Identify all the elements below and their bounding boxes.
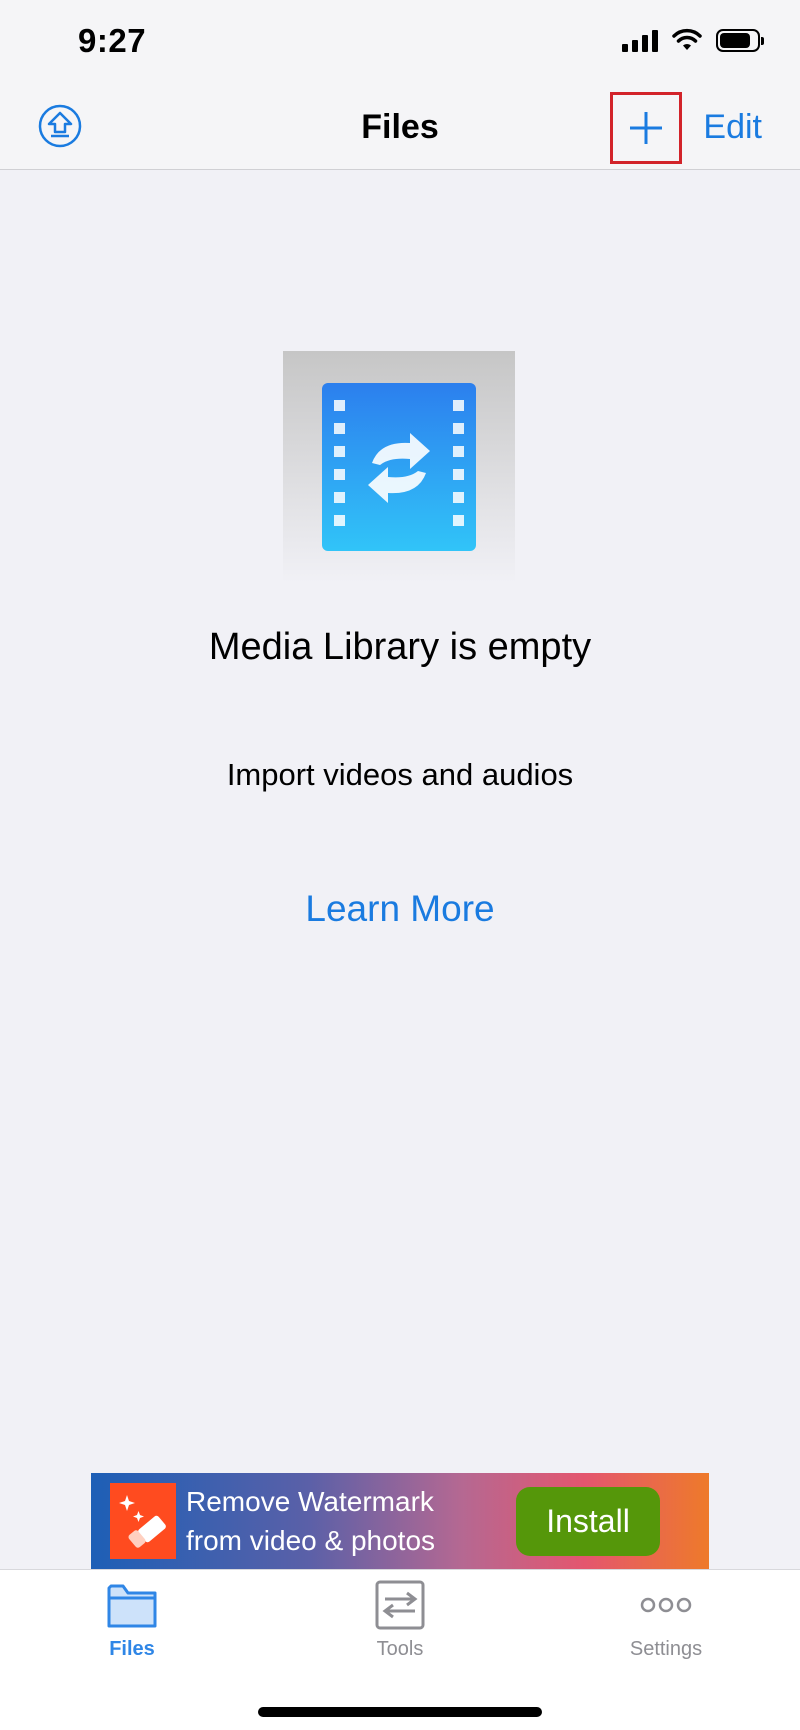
tab-bar: Files Tools Settings	[0, 1569, 800, 1730]
ad-line-1: Remove Watermark	[186, 1486, 434, 1517]
media-library-image	[283, 351, 515, 583]
ad-line-2: from video & photos	[186, 1525, 436, 1556]
battery-icon	[716, 28, 764, 52]
tools-icon	[375, 1580, 425, 1630]
add-button[interactable]	[610, 92, 682, 164]
plus-icon	[630, 112, 662, 144]
learn-more-link[interactable]: Learn More	[0, 888, 800, 930]
media-convert-icon	[322, 383, 476, 551]
cellular-signal-icon	[622, 28, 658, 52]
tab-label-files: Files	[109, 1638, 155, 1660]
eraser-app-icon	[110, 1483, 176, 1559]
ad-text: Remove Watermark from video & photos	[186, 1482, 435, 1560]
empty-state-title: Media Library is empty	[208, 626, 592, 668]
navigation-bar: Files Edit	[0, 88, 800, 170]
status-bar: 9:27	[0, 0, 800, 88]
folder-icon	[107, 1584, 157, 1628]
tab-tools[interactable]: Tools	[320, 1580, 480, 1661]
tab-files[interactable]: Files	[52, 1580, 212, 1661]
status-time: 9:27	[78, 22, 147, 59]
install-button[interactable]: Install	[516, 1487, 660, 1556]
tab-label-tools: Tools	[376, 1638, 424, 1660]
tab-label-settings: Settings	[629, 1638, 703, 1660]
edit-button[interactable]: Edit	[703, 108, 762, 147]
status-icons	[622, 28, 764, 52]
tab-settings[interactable]: Settings	[586, 1580, 746, 1661]
empty-state-subtitle: Import videos and audios	[226, 757, 574, 792]
more-icon	[640, 1597, 692, 1613]
ad-banner[interactable]: Remove Watermark from video & photos Ins…	[91, 1473, 709, 1569]
home-indicator[interactable]	[258, 1707, 542, 1717]
files-screen: 9:27 Files Edit Media Library is empty I…	[0, 0, 800, 1730]
wifi-icon	[672, 28, 702, 50]
